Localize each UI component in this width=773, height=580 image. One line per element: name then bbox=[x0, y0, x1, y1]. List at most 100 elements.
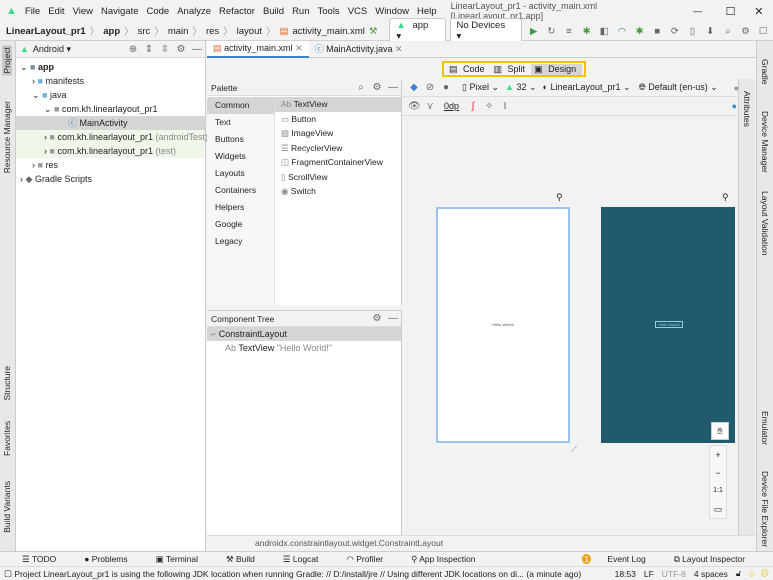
tree-item-textview[interactable]: Ab TextView "Hello World!" bbox=[207, 341, 401, 355]
clear-constraints-icon[interactable]: ∫ bbox=[467, 101, 479, 112]
gradle-tool-button[interactable]: Gradle bbox=[760, 59, 770, 85]
logcat-tool-button[interactable]: ☰ Logcat bbox=[283, 554, 333, 565]
help-icon[interactable]: ● bbox=[732, 101, 737, 111]
infer-constraints-icon[interactable]: ✧ bbox=[483, 101, 495, 112]
category-widgets[interactable]: Widgets bbox=[207, 148, 274, 165]
tree-item-mainactivity[interactable]: ⓒ MainActivity bbox=[16, 116, 205, 130]
profile-icon[interactable]: ◠ bbox=[616, 26, 628, 37]
blueprint-preview[interactable]: Hello World! bbox=[601, 207, 735, 443]
favorites-tool-button[interactable]: Favorites bbox=[2, 421, 12, 456]
collapse-all-icon[interactable]: ⇳ bbox=[159, 44, 171, 55]
structure-tool-button[interactable]: Structure bbox=[2, 366, 12, 401]
palette-item-recyclerview[interactable]: ☰ RecyclerView bbox=[275, 141, 401, 156]
zoom-actual-size-button[interactable]: 1:1 bbox=[710, 482, 726, 500]
debug-icon[interactable]: ✱ bbox=[581, 26, 593, 37]
device-file-explorer-tool-button[interactable]: Device File Explorer bbox=[760, 471, 770, 547]
emulator-tool-button[interactable]: Emulator bbox=[760, 411, 770, 445]
close-tab-icon[interactable]: ✕ bbox=[295, 40, 303, 57]
device-manager-tool-button[interactable]: Device Manager bbox=[760, 111, 770, 173]
code-mode-button[interactable]: ▤ Code bbox=[446, 64, 491, 75]
category-legacy[interactable]: Legacy bbox=[207, 233, 274, 250]
tree-item-java[interactable]: ⌄ ■ java bbox=[16, 88, 205, 102]
theme-dropdown[interactable]: ◐ LinearLayout_pr1 ⌄ bbox=[543, 82, 631, 93]
breadcrumb-app[interactable]: app bbox=[103, 26, 120, 37]
build-variants-tool-button[interactable]: Build Variants bbox=[2, 481, 12, 533]
design-preview[interactable]: Hello World! bbox=[436, 207, 570, 443]
menu-edit[interactable]: Edit bbox=[48, 6, 64, 17]
menu-analyze[interactable]: Analyze bbox=[177, 6, 211, 17]
attributes-tool-button[interactable]: Attributes bbox=[742, 91, 752, 127]
view-options-icon[interactable]: 👁︎ bbox=[408, 101, 421, 112]
breadcrumb-src[interactable]: src bbox=[138, 26, 151, 37]
palette-item-scrollview[interactable]: ▯ ScrollView bbox=[275, 170, 401, 185]
apply-code-changes-icon[interactable]: ≡ bbox=[563, 26, 575, 37]
maximize-button[interactable]: ☐ bbox=[716, 5, 744, 18]
breadcrumb-main[interactable]: main bbox=[168, 26, 189, 37]
palette-item-textview[interactable]: Ab TextView bbox=[275, 97, 401, 112]
category-containers[interactable]: Containers bbox=[207, 182, 274, 199]
settings-icon[interactable]: ⚙ bbox=[740, 26, 752, 37]
status-message[interactable]: Project LinearLayout_pr1 is using the fo… bbox=[14, 569, 581, 579]
attach-icon[interactable]: ✱ bbox=[634, 26, 646, 37]
api-dropdown[interactable]: ▲ 32 ⌄ bbox=[505, 82, 537, 93]
line-separator[interactable]: LF bbox=[644, 569, 654, 579]
menu-code[interactable]: Code bbox=[147, 6, 170, 17]
app-inspection-tool-button[interactable]: ⚲ App Inspection bbox=[411, 554, 489, 565]
orientation-icon[interactable]: ⊘ bbox=[424, 82, 436, 93]
tree-item-package[interactable]: ⌄ ■ com.kh.linearlayout_pr1 bbox=[16, 102, 205, 116]
locate-icon[interactable]: ⊕ bbox=[127, 44, 139, 55]
zoom-out-button[interactable]: − bbox=[710, 464, 726, 482]
layers-icon[interactable]: ◆ bbox=[408, 82, 420, 93]
project-tool-button[interactable]: Project bbox=[2, 45, 12, 76]
terminal-tool-button[interactable]: ▣ Terminal bbox=[156, 554, 212, 565]
layout-validation-tool-button[interactable]: Layout Validation bbox=[760, 191, 770, 256]
tree-item-app[interactable]: ⌄ ■ app bbox=[16, 60, 205, 74]
close-button[interactable]: ✕ bbox=[745, 5, 773, 18]
category-common[interactable]: Common bbox=[207, 97, 274, 114]
sdk-manager-icon[interactable]: ⬇ bbox=[704, 26, 716, 37]
file-encoding[interactable]: UTF-8 bbox=[662, 569, 686, 579]
profiler-tool-button[interactable]: ◠ Profiler bbox=[346, 554, 397, 565]
expand-all-icon[interactable]: ⇕ bbox=[143, 44, 155, 55]
search-icon[interactable]: ⌕ bbox=[722, 26, 734, 37]
problems-tool-button[interactable]: ● Problems bbox=[84, 554, 141, 564]
category-buttons[interactable]: Buttons bbox=[207, 131, 274, 148]
search-icon[interactable]: ⌕ bbox=[355, 82, 367, 93]
menu-build[interactable]: Build bbox=[263, 6, 284, 17]
resize-handle[interactable]: ⟋ bbox=[571, 444, 577, 455]
gear-icon[interactable]: ⚙ bbox=[175, 44, 187, 55]
tab-activity-main[interactable]: ▤ activity_main.xml ✕ bbox=[207, 40, 309, 58]
build-tool-button[interactable]: ⚒ Build bbox=[226, 554, 269, 565]
pan-hand-icon[interactable]: ✋︎ bbox=[711, 422, 729, 440]
gradle-sync-icon[interactable]: ⟳ bbox=[669, 26, 681, 37]
hide-icon[interactable]: — bbox=[191, 44, 203, 55]
stop-icon[interactable]: ■ bbox=[651, 26, 663, 37]
hide-icon[interactable]: — bbox=[387, 82, 399, 93]
lock-icon[interactable]: 🔓︎ bbox=[736, 568, 742, 579]
minimize-button[interactable]: — bbox=[679, 6, 717, 16]
resource-manager-tool-button[interactable]: Resource Manager bbox=[2, 101, 12, 173]
breadcrumb-layout[interactable]: layout bbox=[237, 26, 262, 37]
device-manager-icon[interactable]: ▯ bbox=[687, 26, 699, 37]
event-log-tool-button[interactable]: 1 Event Log bbox=[582, 554, 659, 564]
zoom-fit-button[interactable]: ▭ bbox=[710, 500, 726, 518]
category-layouts[interactable]: Layouts bbox=[207, 165, 274, 182]
gear-icon[interactable]: ⚙ bbox=[371, 82, 383, 93]
category-helpers[interactable]: Helpers bbox=[207, 199, 274, 216]
layout-inspector-tool-button[interactable]: ⧉ Layout Inspector bbox=[674, 554, 759, 565]
split-mode-button[interactable]: ▥ Split bbox=[491, 64, 532, 75]
todo-tool-button[interactable]: ☰ TODO bbox=[22, 554, 70, 565]
palette-item-fragmentcontainerview[interactable]: ◫ FragmentContainerView bbox=[275, 155, 401, 170]
attach-debugger-icon[interactable]: ◧ bbox=[598, 26, 610, 37]
tree-item-gradle-scripts[interactable]: › ◆ Gradle Scripts bbox=[16, 172, 205, 186]
menu-run[interactable]: Run bbox=[292, 6, 309, 17]
design-hello-text[interactable]: Hello World! bbox=[438, 322, 568, 327]
zoom-in-button[interactable]: + bbox=[710, 446, 726, 464]
menu-navigate[interactable]: Navigate bbox=[101, 6, 139, 17]
tree-item-constraintlayout[interactable]: ⌐ ConstraintLayout bbox=[207, 327, 401, 341]
menu-window[interactable]: Window bbox=[375, 6, 409, 17]
palette-item-imageview[interactable]: ▨ ImageView bbox=[275, 126, 401, 141]
caret-position[interactable]: 18:53 bbox=[615, 569, 636, 579]
tree-item-package-test[interactable]: › ■ com.kh.linearlayout_pr1 (test) bbox=[16, 144, 205, 158]
indent-setting[interactable]: 4 spaces bbox=[694, 569, 728, 579]
